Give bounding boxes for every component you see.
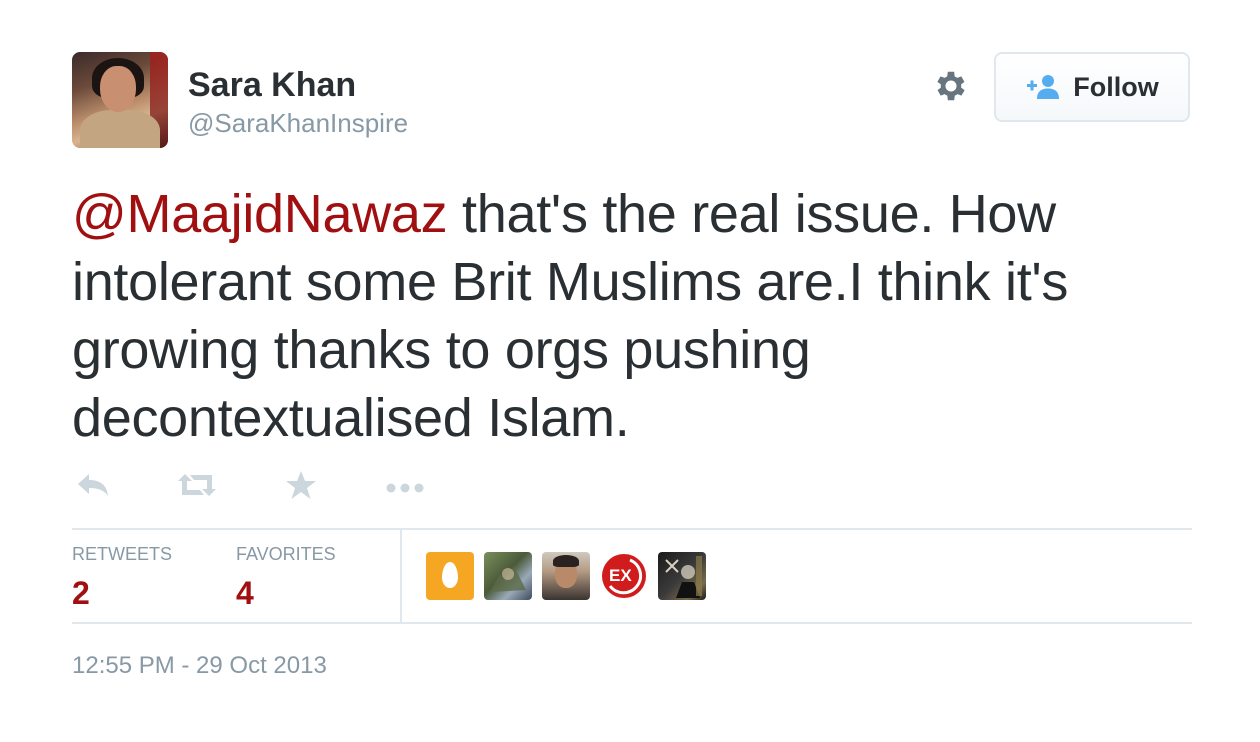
display-name[interactable]: Sara Khan — [188, 66, 356, 105]
tweet-text: @MaajidNawaz that's the real issue. How … — [72, 180, 1192, 452]
favorites-count: 4 — [236, 575, 254, 611]
favorites-label: FAVORITES — [236, 544, 336, 564]
screen-name[interactable]: @SaraKhanInspire — [188, 108, 408, 139]
tweet-card: Sara Khan @SaraKhanInspire Follow @Maaji… — [0, 0, 1260, 742]
favorites-stat[interactable]: FAVORITES 4 — [236, 544, 336, 612]
ex-logo-icon: EX — [602, 554, 646, 598]
more-dots-icon[interactable] — [384, 470, 426, 505]
favoriter-avatar[interactable] — [658, 552, 706, 600]
stats-top-divider — [72, 528, 1192, 530]
avatar-coat — [80, 110, 160, 148]
stats-bottom-divider — [72, 622, 1192, 624]
gear-icon[interactable] — [932, 67, 970, 105]
favoriter-avatar[interactable] — [484, 552, 532, 600]
favoriter-photo — [490, 566, 526, 592]
retweet-icon[interactable] — [176, 470, 218, 505]
retweets-label: RETWEETS — [72, 544, 173, 564]
follow-button[interactable]: Follow — [994, 52, 1190, 122]
tweet-timestamp[interactable]: 12:55 PM - 29 Oct 2013 — [72, 652, 327, 680]
retweets-count: 2 — [72, 575, 90, 611]
follow-label: Follow — [1073, 71, 1159, 102]
user-avatar[interactable] — [72, 52, 168, 148]
reply-icon[interactable] — [76, 470, 110, 505]
retweets-stat[interactable]: RETWEETS 2 — [72, 544, 172, 612]
egg-icon — [442, 562, 458, 588]
add-user-icon — [1025, 73, 1061, 101]
favoriter-hair — [553, 555, 579, 567]
favoriter-avatars: EX — [426, 552, 706, 600]
favoriter-avatar[interactable] — [542, 552, 590, 600]
default-egg-avatar[interactable] — [426, 552, 474, 600]
stats-vertical-divider — [400, 530, 402, 622]
mention-link[interactable]: @MaajidNawaz — [72, 184, 448, 244]
ex-logo-avatar[interactable]: EX — [600, 552, 648, 600]
favoriter-photo — [665, 556, 702, 598]
star-icon[interactable] — [284, 470, 318, 505]
svg-text:EX: EX — [609, 566, 632, 585]
avatar-face — [100, 66, 136, 112]
